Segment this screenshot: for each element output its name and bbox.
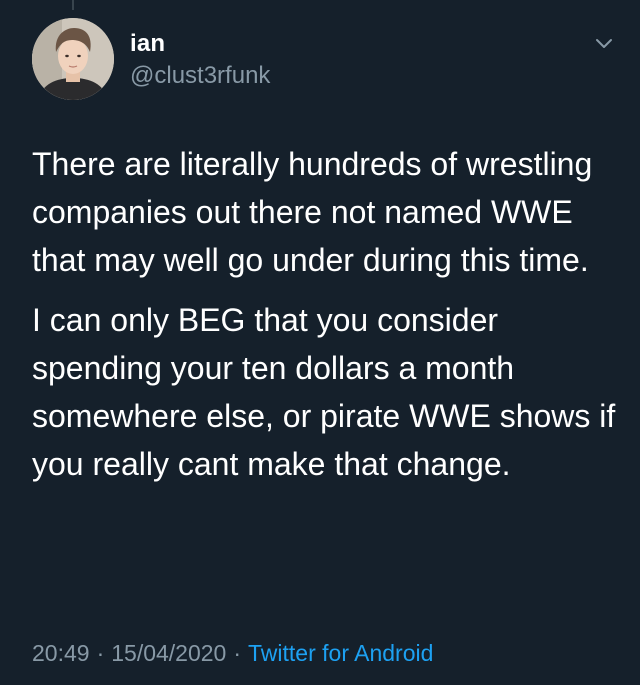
meta-separator: · bbox=[233, 640, 242, 666]
chevron-down-icon[interactable] bbox=[594, 36, 614, 50]
author-display-name[interactable]: ian bbox=[130, 30, 165, 58]
tweet-text: There are literally hundreds of wrestlin… bbox=[32, 140, 622, 488]
thread-connector-line bbox=[72, 0, 74, 10]
tweet-time[interactable]: 20:49 bbox=[32, 640, 90, 666]
avatar-image bbox=[32, 18, 114, 100]
tweet-date[interactable]: 15/04/2020 bbox=[111, 640, 226, 666]
author-handle[interactable]: @clust3rfunk bbox=[130, 62, 270, 90]
tweet-source-link[interactable]: Twitter for Android bbox=[248, 640, 433, 666]
meta-separator: · bbox=[96, 640, 105, 666]
tweet-meta: 20:49 · 15/04/2020 · Twitter for Android bbox=[32, 640, 433, 667]
tweet-header: ian @clust3rfunk bbox=[32, 18, 622, 102]
tweet-paragraph: There are literally hundreds of wrestlin… bbox=[32, 146, 593, 278]
tweet-paragraph: I can only BEG that you consider spendin… bbox=[32, 302, 616, 482]
avatar[interactable] bbox=[32, 18, 114, 100]
